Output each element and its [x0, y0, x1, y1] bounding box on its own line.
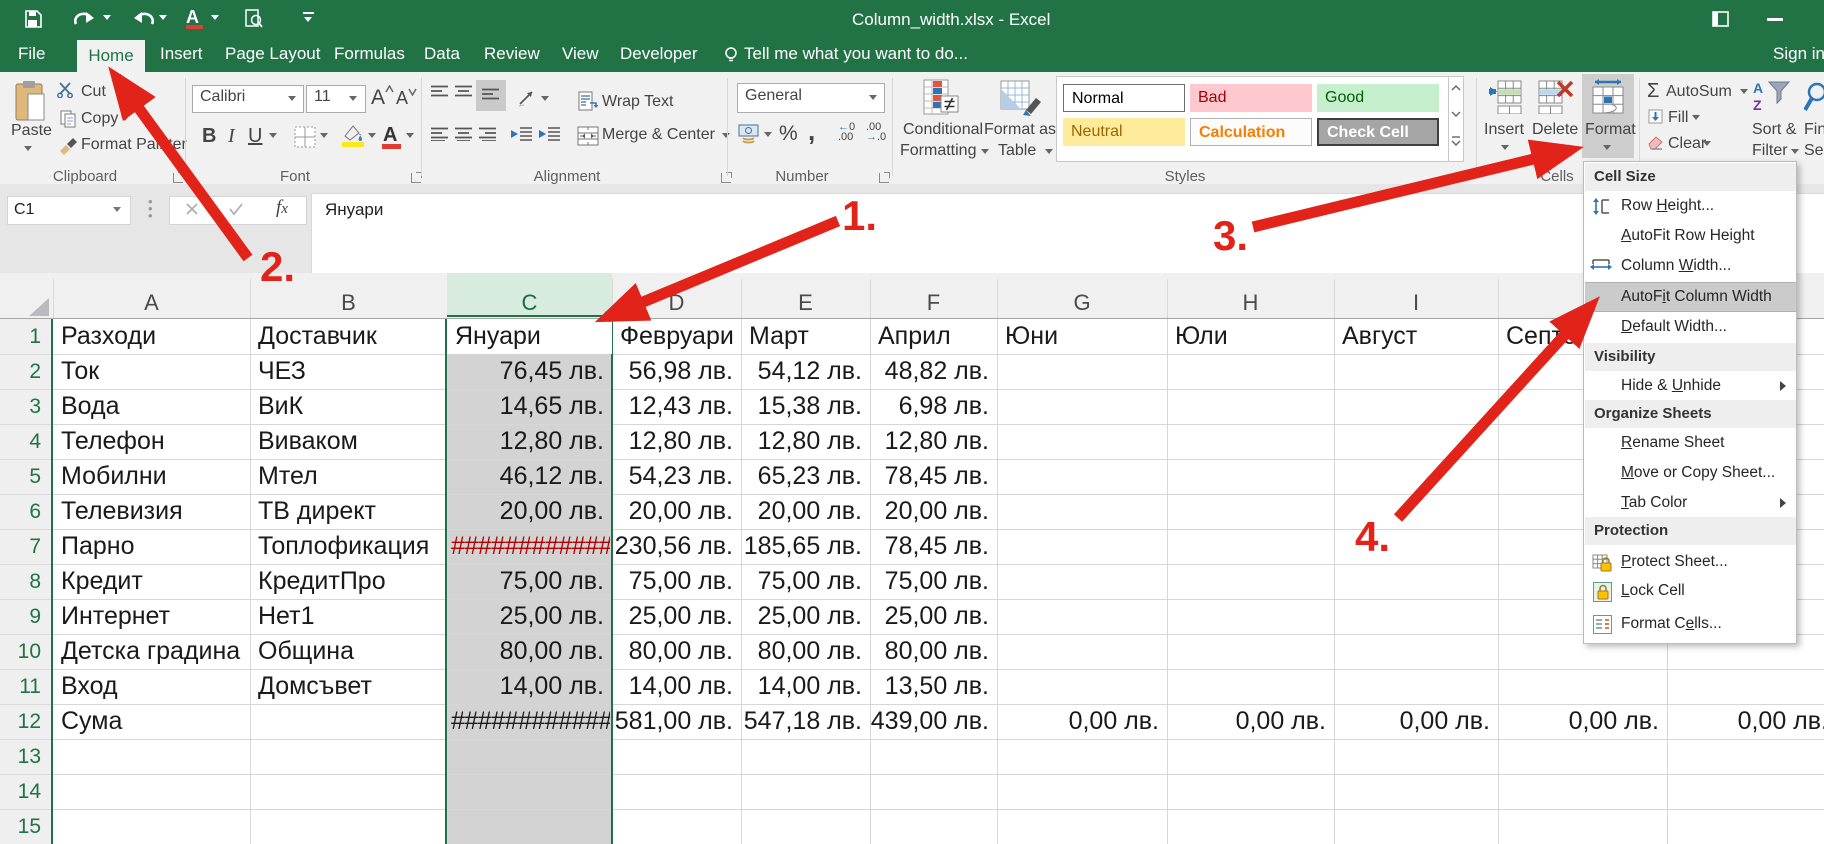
svg-text:Z: Z [1753, 97, 1762, 113]
svg-text:A: A [1753, 80, 1763, 96]
